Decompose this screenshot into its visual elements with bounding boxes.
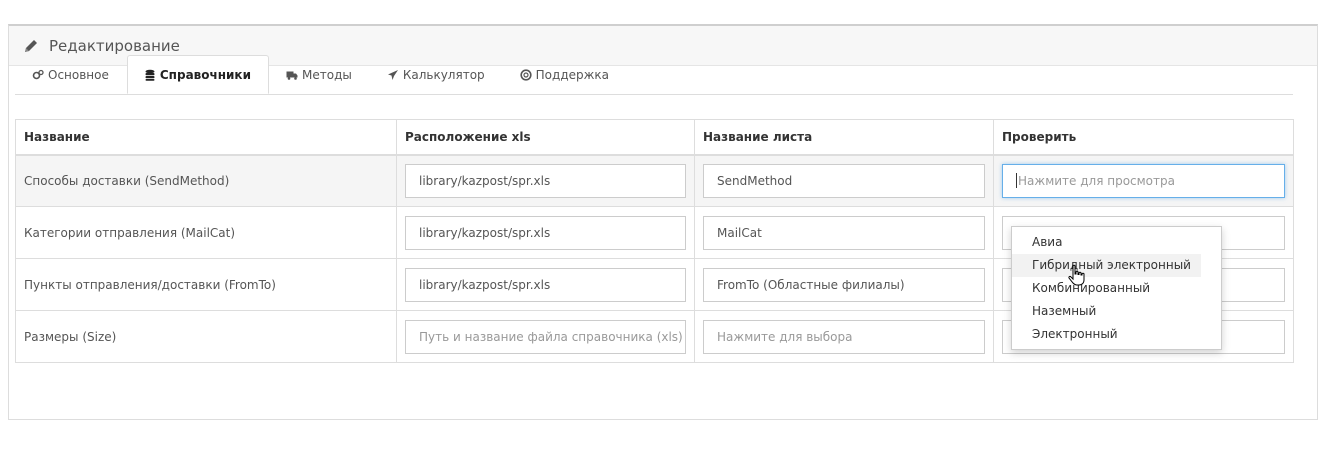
plane-icon [387,69,398,80]
sheet-input[interactable]: FromTo (Областные филиалы) [703,267,985,302]
database-icon [145,69,155,81]
pencil-icon [25,39,37,52]
sheet-input[interactable]: Нажмите для выбора [703,319,985,354]
gears-icon [32,69,44,79]
truck-icon [286,71,298,80]
hand-cursor-icon [1068,264,1085,286]
column-header-path: Расположение xls [396,119,695,156]
dropdown-item[interactable]: Гибридный электронный [1012,254,1201,277]
tab-main[interactable]: Основное [15,55,127,93]
path-input[interactable]: library/kazpost/spr.xls [405,163,686,198]
tab-label: Методы [302,67,352,82]
check-input[interactable]: Нажмите для просмотра [1002,163,1285,198]
row-name: Пункты отправления/доставки (FromTo) [15,258,397,311]
tab-bar: Основное Справочники Методы Калькулятор … [15,55,1293,95]
tab-label: Основное [48,67,109,82]
dropdown-menu: Авиа Гибридный электронный Комбинированн… [1011,226,1222,350]
path-input[interactable]: library/kazpost/spr.xls [405,215,686,250]
dropdown-item[interactable]: Наземный [1012,300,1201,323]
lifebuoy-icon [520,68,532,81]
tab-label: Калькулятор [402,67,485,82]
sheet-input[interactable]: SendMethod [703,163,985,198]
dropdown-item[interactable]: Авиа [1012,231,1201,254]
tab-references[interactable]: Справочники [126,55,269,94]
column-header-sheet: Название листа [694,119,994,156]
dropdown-item[interactable]: Электронный [1012,323,1201,346]
row-name: Категории отправления (MailCat) [15,206,397,259]
column-header-name: Название [15,119,397,156]
row-name: Способы доставки (SendMethod) [15,154,397,207]
tab-support[interactable]: Поддержка [503,55,627,93]
tab-calculator[interactable]: Калькулятор [370,55,503,93]
panel-title: Редактирование [49,36,180,55]
dropdown-item[interactable]: Комбинированный [1012,277,1201,300]
column-header-check: Проверить [993,119,1294,156]
path-input[interactable]: library/kazpost/spr.xls [405,267,686,302]
check-placeholder: Нажмите для просмотра [1018,173,1175,188]
tab-label: Справочники [159,67,251,82]
sheet-input[interactable]: MailCat [703,215,985,250]
table-row: Способы доставки (SendMethod) library/ka… [15,154,1294,207]
row-name: Размеры (Size) [15,310,397,363]
tab-methods[interactable]: Методы [269,55,370,93]
path-input[interactable]: Путь и название файла справочника (xls) [405,319,686,354]
text-caret [1016,173,1017,189]
tab-label: Поддержка [535,67,610,82]
table-header-row: Название Расположение xls Название листа… [15,119,1294,156]
